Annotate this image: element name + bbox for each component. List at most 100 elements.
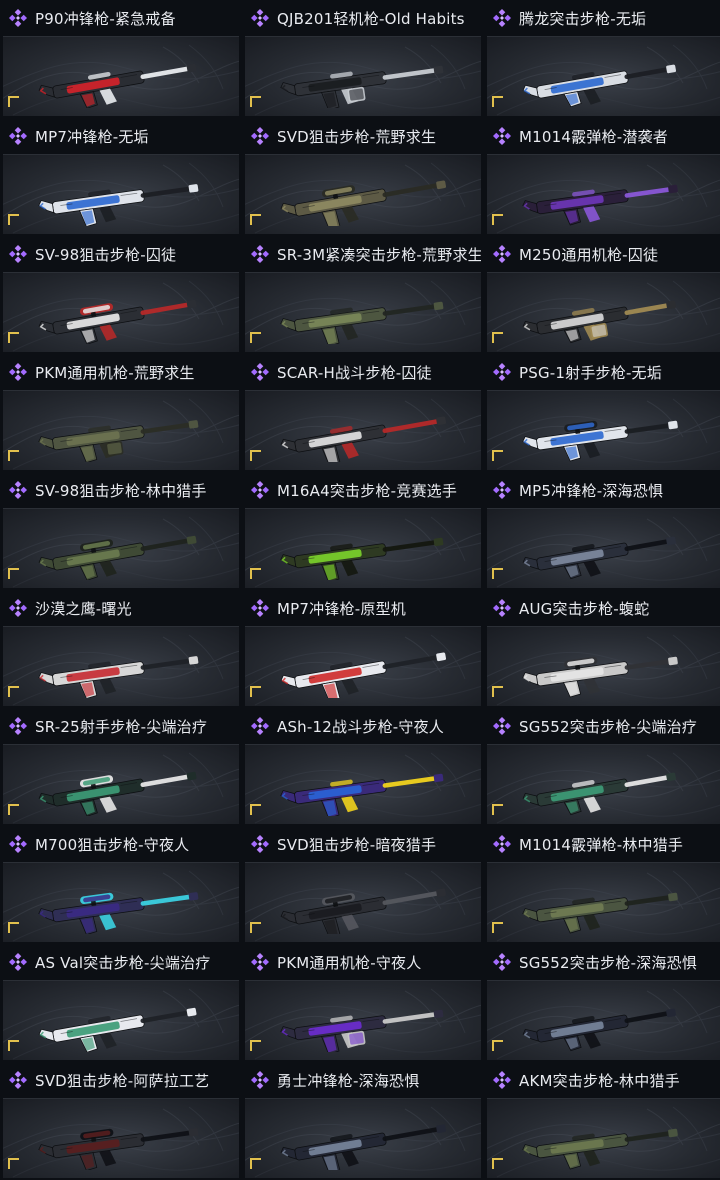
skin-card[interactable]: PSG-1射手步枪-无垢 [487,354,720,472]
smg-icon [497,519,713,580]
skin-title: MP7冲锋枪-无垢 [35,127,149,146]
diamond-icon [491,479,513,501]
skin-card[interactable]: M1014霰弹枪-潜袭者 [487,118,720,236]
weapon-preview[interactable] [245,980,481,1060]
skin-card[interactable]: MP7冲锋枪-原型机 [245,590,481,708]
marksman-rifle-icon [497,401,713,462]
skin-card[interactable]: SV-98狙击步枪-囚徒 [3,236,239,354]
weapon-preview[interactable] [487,626,720,706]
skin-card[interactable]: M700狙击步枪-守夜人 [3,826,239,944]
weapon-preview[interactable] [3,36,239,116]
skin-card[interactable]: PKM通用机枪-守夜人 [245,944,481,1062]
weapon-preview[interactable] [487,862,720,942]
card-header: AKM突击步枪-林中猎手 [487,1062,720,1098]
skin-card[interactable]: AUG突击步枪-蝮蛇 [487,590,720,708]
skin-card[interactable]: SCAR-H战斗步枪-囚徒 [245,354,481,472]
skin-card[interactable]: SG552突击步枪-深海恐惧 [487,944,720,1062]
weapon-preview[interactable] [245,390,481,470]
weapon-preview[interactable] [487,272,720,352]
corner-bracket-icon [249,566,263,580]
weapon-preview[interactable] [3,508,239,588]
corner-bracket-icon [491,330,505,344]
card-header: SG552突击步枪-尖端治疗 [487,708,720,744]
diamond-icon [249,951,271,973]
weapon-preview[interactable] [3,390,239,470]
skin-card[interactable]: SV-98狙击步枪-林中猎手 [3,472,239,590]
weapon-preview[interactable] [3,272,239,352]
assault-rifle-icon [497,755,713,816]
card-header: M1014霰弹枪-林中猎手 [487,826,720,862]
skin-card[interactable]: 沙漠之鹰-曙光 [3,590,239,708]
sniper-rifle-icon [13,519,229,580]
smg-icon [255,1109,471,1170]
weapon-preview[interactable] [487,390,720,470]
skin-title: M1014霰弹枪-潜袭者 [519,127,668,146]
assault-rifle-icon [255,283,471,344]
skin-card[interactable]: AKM突击步枪-林中猎手 [487,1062,720,1180]
skin-card[interactable]: SVD狙击步枪-暗夜猎手 [245,826,481,944]
weapon-preview[interactable] [245,36,481,116]
corner-bracket-icon [7,1038,21,1052]
skin-card[interactable]: SVD狙击步枪-阿萨拉工艺 [3,1062,239,1180]
weapon-preview[interactable] [245,272,481,352]
weapon-preview[interactable] [3,154,239,234]
diamond-icon [491,833,513,855]
skin-title: QJB201轻机枪-Old Habits [277,9,465,28]
card-header: SVD狙击步枪-荒野求生 [245,118,481,154]
diamond-icon [249,1069,271,1091]
skin-card[interactable]: 勇士冲锋枪-深海恐惧 [245,1062,481,1180]
skin-card[interactable]: SR-3M紧凑突击步枪-荒野求生 [245,236,481,354]
weapon-preview[interactable] [3,744,239,824]
skin-card[interactable]: ASh-12战斗步枪-守夜人 [245,708,481,826]
skin-title: M1014霰弹枪-林中猎手 [519,835,684,854]
card-header: SV-98狙击步枪-林中猎手 [3,472,239,508]
weapon-preview[interactable] [487,744,720,824]
corner-bracket-icon [249,1038,263,1052]
card-header: SVD狙击步枪-阿萨拉工艺 [3,1062,239,1098]
weapon-preview[interactable] [487,154,720,234]
diamond-icon [249,125,271,147]
skin-title: ASh-12战斗步枪-守夜人 [277,717,445,736]
diamond-icon [7,7,29,29]
weapon-preview[interactable] [487,1098,720,1178]
skin-card[interactable]: M250通用机枪-囚徒 [487,236,720,354]
bullpup-rifle-icon [497,637,713,698]
weapon-preview[interactable] [245,862,481,942]
skin-title: SCAR-H战斗步枪-囚徒 [277,363,432,382]
weapon-preview[interactable] [3,862,239,942]
weapon-preview[interactable] [3,1098,239,1178]
weapon-preview[interactable] [245,154,481,234]
skin-card[interactable]: QJB201轻机枪-Old Habits [245,0,481,118]
skin-card[interactable]: M1014霰弹枪-林中猎手 [487,826,720,944]
weapon-preview[interactable] [245,626,481,706]
light-machine-gun-icon [255,47,471,108]
weapon-preview[interactable] [245,508,481,588]
skin-card[interactable]: PKM通用机枪-荒野求生 [3,354,239,472]
weapon-preview[interactable] [3,980,239,1060]
skin-card[interactable]: M16A4突击步枪-竞赛选手 [245,472,481,590]
diamond-icon [491,715,513,737]
corner-bracket-icon [249,684,263,698]
card-header: AUG突击步枪-蝮蛇 [487,590,720,626]
weapon-preview[interactable] [487,36,720,116]
skin-card[interactable]: SVD狙击步枪-荒野求生 [245,118,481,236]
diamond-icon [491,243,513,265]
skin-card[interactable]: SR-25射手步枪-尖端治疗 [3,708,239,826]
skin-card[interactable]: AS Val突击步枪-尖端治疗 [3,944,239,1062]
skin-card[interactable]: P90冲锋枪-紧急戒备 [3,0,239,118]
sniper-rifle-icon [255,165,471,226]
card-header: QJB201轻机枪-Old Habits [245,0,481,36]
smg-icon [255,637,471,698]
skin-card[interactable]: 腾龙突击步枪-无垢 [487,0,720,118]
skin-card[interactable]: MP5冲锋枪-深海恐惧 [487,472,720,590]
skin-title: SR-25射手步枪-尖端治疗 [35,717,208,736]
weapon-preview[interactable] [3,626,239,706]
weapon-preview[interactable] [487,508,720,588]
weapon-preview[interactable] [245,1098,481,1178]
weapon-preview[interactable] [245,744,481,824]
skin-card[interactable]: MP7冲锋枪-无垢 [3,118,239,236]
weapon-preview[interactable] [487,980,720,1060]
skin-card[interactable]: SG552突击步枪-尖端治疗 [487,708,720,826]
skin-title: SG552突击步枪-尖端治疗 [519,717,697,736]
corner-bracket-icon [491,1038,505,1052]
